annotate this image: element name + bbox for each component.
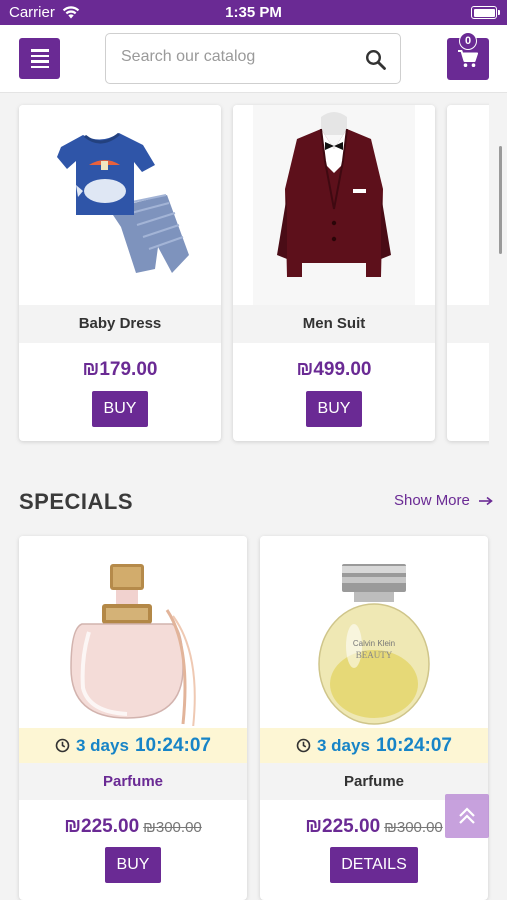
product-price: ₪179.00 [82,359,158,380]
product-name: Parfume [19,763,247,800]
countdown-timer: 3 days 10:24:07 [260,728,488,763]
battery-icon [471,6,500,19]
special-card[interactable]: 3 days 10:24:07 Parfume ₪225.00 ₪300.00 B… [19,536,247,900]
product-image[interactable] [19,105,221,305]
perfume-bottle-image [70,564,196,729]
original-price: ₪300.00 [384,819,443,836]
show-more-label: Show More [394,492,470,509]
search-icon[interactable] [365,49,386,75]
sale-price: ₪225.00 [64,816,140,837]
product-name: Baby Dress [19,305,221,343]
menu-button[interactable] [19,38,60,79]
product-price: ₪499.00 [296,359,372,380]
details-button[interactable]: DETAILS [330,847,418,883]
show-more-link[interactable]: Show More [394,492,493,509]
sale-price: ₪225.00 [305,816,381,837]
scroll-to-top-button[interactable] [445,794,489,838]
buy-button[interactable]: BUY [105,847,161,883]
countdown-clock: 10:24:07 [375,734,452,756]
double-chevron-up-icon [459,807,475,824]
original-price: ₪300.00 [143,819,202,836]
special-card[interactable]: Calvin Klein BEAUTY 3 days 10:24:07 Parf… [260,536,488,900]
product-image[interactable]: Calvin Klein BEAUTY [260,536,488,726]
countdown-clock: 10:24:07 [134,734,211,756]
svg-text:Calvin Klein: Calvin Klein [353,639,395,648]
svg-text:BEAUTY: BEAUTY [356,650,393,660]
hamburger-icon [30,49,49,52]
product-card[interactable]: Baby Dress ₪179.00 BUY [19,105,221,441]
status-time: 1:35 PM [225,4,282,21]
clock-icon [55,738,70,753]
baby-outfit-image [57,132,189,273]
product-card[interactable]: Men Suit ₪499.00 BUY [233,105,435,441]
buy-button[interactable]: BUY [306,391,362,427]
cart-icon [458,50,478,67]
specials-title: SPECIALS [19,489,134,514]
status-bar: Carrier 1:35 PM [0,0,507,25]
product-price: ₪225.00 ₪300.00 [19,816,247,838]
app-header: 0 [0,25,507,93]
arrow-right-icon [478,496,493,505]
cart-count-badge: 0 [459,32,477,50]
product-image[interactable] [19,536,247,729]
scroll-indicator[interactable] [499,146,502,254]
countdown-days: 3 days [76,735,129,755]
search-input[interactable] [121,48,351,66]
product-image[interactable] [233,105,435,305]
countdown-timer: 3 days 10:24:07 [19,728,247,763]
men-suit-image [253,105,415,305]
countdown-days: 3 days [317,735,370,755]
perfume-bottle-image: Calvin Klein BEAUTY [318,564,430,725]
clock-icon [296,738,311,753]
search-box[interactable] [105,33,401,84]
carousel-mask [489,100,507,446]
buy-button[interactable]: BUY [92,391,148,427]
product-name: Men Suit [233,305,435,343]
